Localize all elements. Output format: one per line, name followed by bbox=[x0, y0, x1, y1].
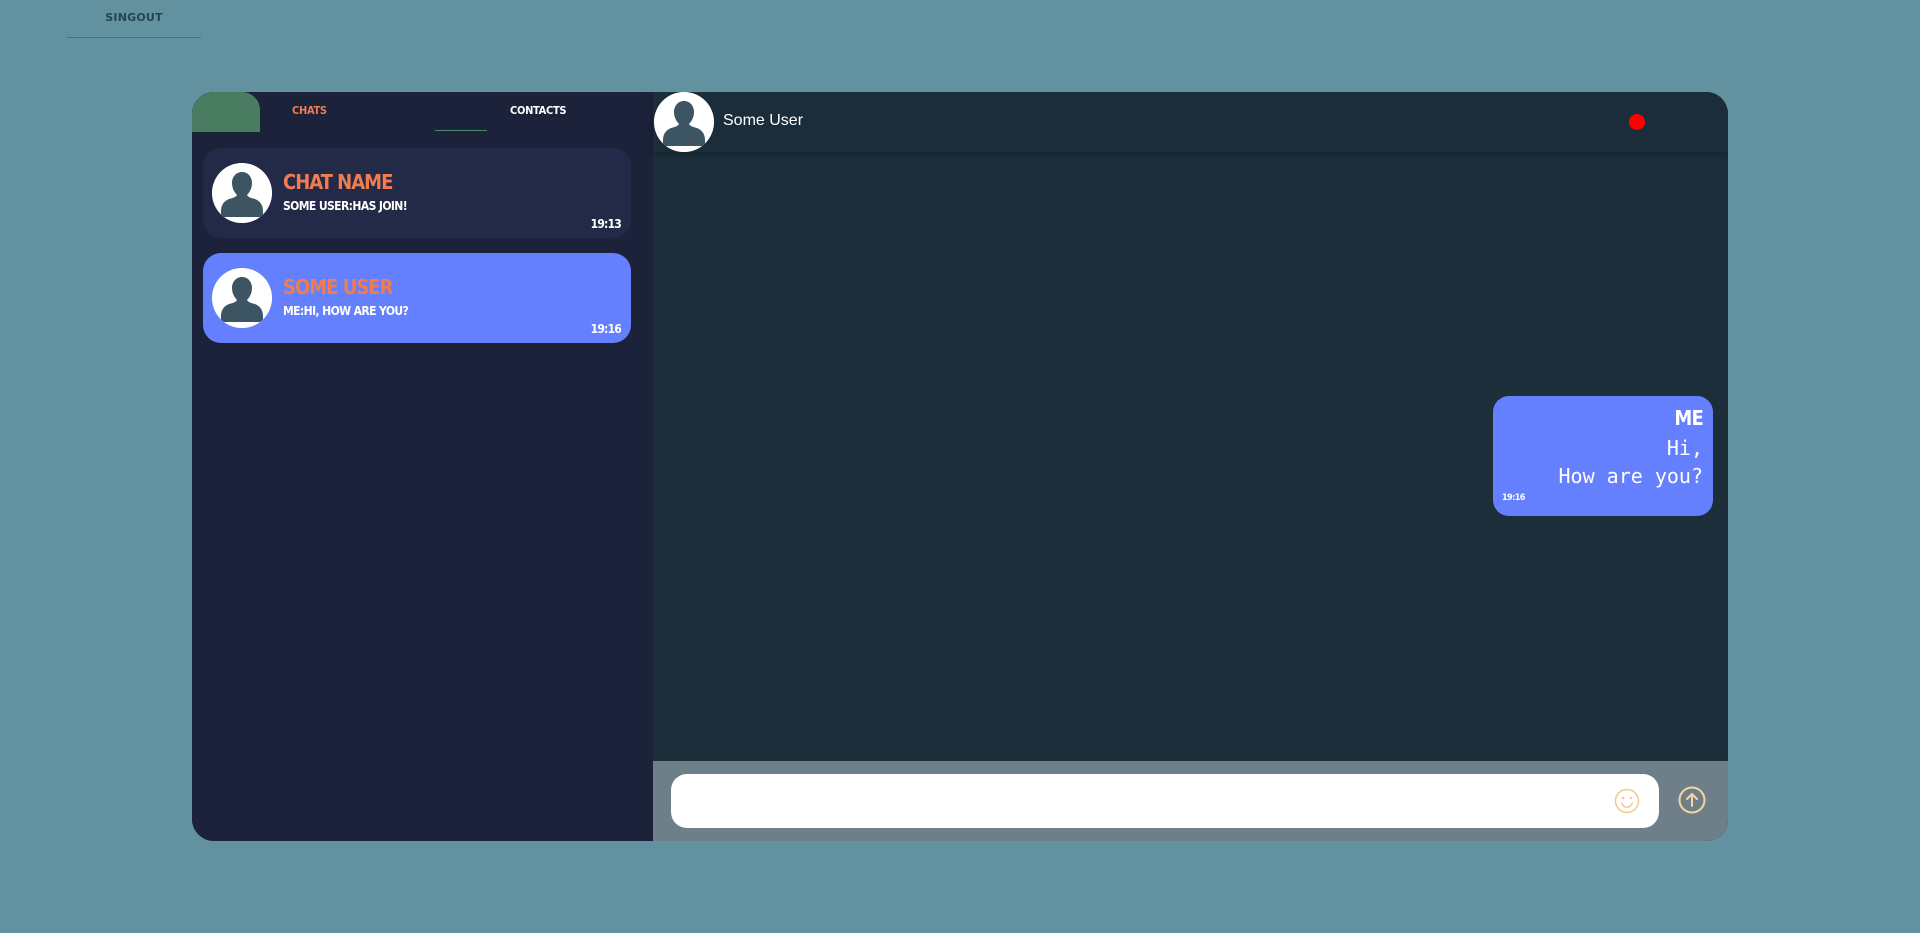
message-input[interactable] bbox=[671, 774, 1659, 828]
avatar bbox=[212, 268, 272, 328]
chat-list-item-selected[interactable]: SOME USER ME:HI, HOW ARE YOU? 19:16 bbox=[203, 253, 631, 343]
user-silhouette-icon bbox=[212, 163, 272, 223]
message-time: 19:16 bbox=[1502, 493, 1525, 503]
chat-list-item[interactable]: CHAT NAME SOME USER:HAS JOIN! 19:13 bbox=[203, 148, 631, 238]
avatar[interactable] bbox=[654, 92, 714, 152]
signout-button[interactable]: SINGOUT bbox=[67, 8, 201, 38]
tab-contacts[interactable]: CONTACTS bbox=[510, 104, 567, 117]
sidebar-tabs: CHATS CONTACTS bbox=[192, 92, 653, 148]
chat-last-message: SOME USER:HAS JOIN! bbox=[283, 199, 408, 213]
message-sender: ME bbox=[1674, 406, 1703, 430]
chat-name: SOME USER bbox=[283, 275, 393, 299]
chat-last-message: ME:HI, HOW ARE YOU? bbox=[283, 304, 409, 318]
sidebar: CHATS CONTACTS CHAT NAME SOME USER:HAS J… bbox=[192, 92, 653, 841]
avatar bbox=[212, 163, 272, 223]
user-silhouette-icon bbox=[212, 268, 272, 328]
conversation-header: Some User bbox=[653, 92, 1728, 152]
chat-app-window: CHATS CONTACTS CHAT NAME SOME USER:HAS J… bbox=[192, 92, 1728, 841]
status-indicator bbox=[1629, 114, 1645, 130]
chat-name: CHAT NAME bbox=[283, 170, 393, 194]
chat-time: 19:13 bbox=[590, 217, 622, 231]
message-text: Hi, How are you? bbox=[1558, 436, 1704, 488]
user-silhouette-icon bbox=[654, 92, 714, 152]
smiley-icon[interactable] bbox=[1613, 787, 1641, 815]
chat-time: 19:16 bbox=[590, 322, 622, 336]
tab-active-marker bbox=[192, 92, 260, 132]
conversation-title: Some User bbox=[723, 112, 804, 129]
conversation-panel: Some User ME Hi, How are you? 19:16 bbox=[653, 92, 1728, 841]
tab-chats[interactable]: CHATS bbox=[292, 104, 327, 117]
message-composer bbox=[653, 761, 1728, 841]
tab-underline bbox=[435, 130, 487, 131]
arrow-up-circle-icon[interactable] bbox=[1677, 785, 1707, 815]
message-bubble: ME Hi, How are you? 19:16 bbox=[1493, 396, 1713, 516]
